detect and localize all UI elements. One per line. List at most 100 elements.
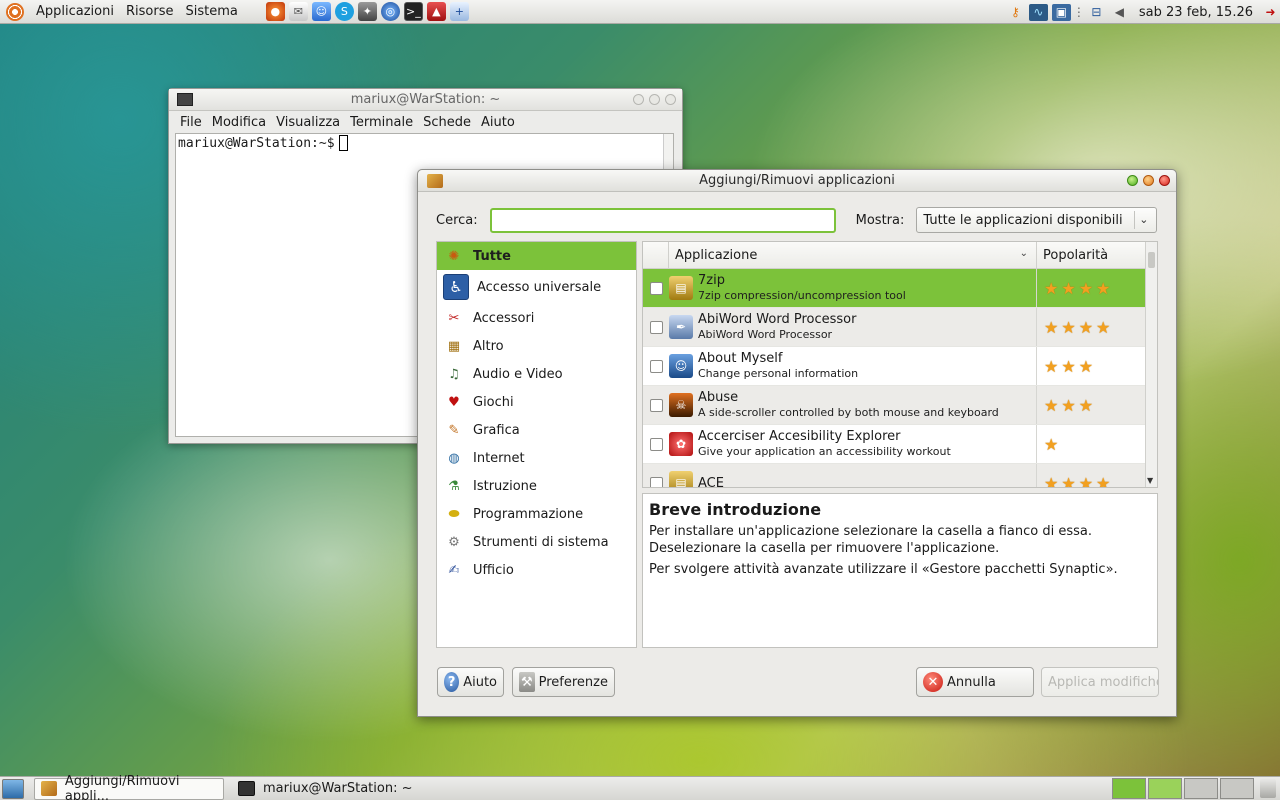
- category-label: Tutte: [473, 248, 511, 264]
- install-checkbox[interactable]: [649, 359, 663, 373]
- install-checkbox[interactable]: [649, 398, 663, 412]
- gun-tool-icon[interactable]: ✦: [357, 2, 377, 21]
- table-row[interactable]: ☠ Abuse A side-scroller controlled by both…: [643, 386, 1145, 425]
- mail-icon[interactable]: ✉: [288, 2, 308, 21]
- column-header-popolarita[interactable]: Popolarità: [1037, 242, 1157, 268]
- category-grafica[interactable]: ✎ Grafica: [437, 416, 636, 444]
- column-header-applicazione[interactable]: Applicazione ⌄: [669, 242, 1037, 268]
- category-ufficio[interactable]: ✍ Ufficio: [437, 556, 636, 584]
- terminal-menu-terminale[interactable]: Terminale: [345, 115, 418, 130]
- terminal-maximize-button[interactable]: [649, 94, 660, 105]
- install-checkbox-cell: [643, 476, 669, 487]
- list-scrollbar[interactable]: ▼: [1145, 242, 1157, 487]
- category-label: Programmazione: [473, 506, 584, 522]
- menu-applicazioni[interactable]: Applicazioni: [30, 4, 120, 19]
- workspace-4[interactable]: [1220, 778, 1254, 799]
- cancel-label: Annulla: [947, 674, 996, 690]
- popularity-rating: ★ ★ ★ ★: [1036, 269, 1145, 307]
- network-icon[interactable]: ◎: [380, 2, 400, 21]
- volume-icon[interactable]: ◀: [1110, 4, 1129, 21]
- display-icon[interactable]: ▣: [1051, 3, 1071, 21]
- category-istruzione[interactable]: ⚗ Istruzione: [437, 472, 636, 500]
- app-icon: ☠: [669, 393, 693, 417]
- scrollbar-thumb[interactable]: [1148, 252, 1155, 268]
- trash-icon[interactable]: [1260, 779, 1276, 798]
- workspace-3[interactable]: [1184, 778, 1218, 799]
- description-pane: Breve introduzione Per installare un'app…: [642, 493, 1158, 648]
- scroll-down-icon[interactable]: ▼: [1147, 476, 1153, 485]
- popularity-rating: ★ ★ ★: [1036, 386, 1145, 424]
- install-checkbox[interactable]: [649, 437, 663, 451]
- star-icon: ★: [1078, 278, 1094, 298]
- red-app-icon[interactable]: ▲: [426, 2, 446, 21]
- terminal-minimize-button[interactable]: [633, 94, 644, 105]
- menu-risorse[interactable]: Risorse: [120, 4, 180, 19]
- app-icon: ✿: [669, 432, 693, 456]
- show-filter-select[interactable]: Tutte le applicazioni disponibili ⌄: [916, 207, 1158, 233]
- gear-icon: ⚙: [448, 534, 460, 550]
- terminal-menu-visualizza[interactable]: Visualizza: [271, 115, 345, 130]
- add-remove-titlebar[interactable]: Aggiungi/Rimuovi applicazioni: [418, 170, 1176, 192]
- cancel-button[interactable]: ✕ Annulla: [916, 667, 1034, 697]
- network-status-icon[interactable]: ⊟: [1087, 4, 1106, 21]
- show-desktop-button[interactable]: [2, 778, 24, 799]
- taskbar-item-terminal[interactable]: mariux@WarStation: ~: [232, 778, 418, 800]
- category-label: Accesso universale: [477, 279, 602, 295]
- table-row[interactable]: ✒ AbiWord Word Processor AbiWord Word Proc…: [643, 308, 1145, 347]
- category-audio-video[interactable]: ♫ Audio e Video: [437, 360, 636, 388]
- terminal-window-icon: [177, 93, 193, 106]
- close-button[interactable]: [1159, 175, 1170, 186]
- category-label: Altro: [473, 338, 504, 354]
- terminal-icon: [238, 781, 255, 796]
- description-line: Per svolgere attività avanzate utilizzar…: [649, 562, 1118, 577]
- clock[interactable]: sab 23 feb, 15.26: [1139, 5, 1253, 20]
- category-altro[interactable]: ▦ Altro: [437, 332, 636, 360]
- category-tutte[interactable]: ✺ Tutte: [437, 242, 636, 270]
- ubuntu-logo-icon[interactable]: [6, 2, 24, 21]
- add-document-icon[interactable]: +: [449, 2, 469, 21]
- table-row[interactable]: ✿ Accerciser Accesibility Explorer Give yo…: [643, 425, 1145, 464]
- taskbar-item-addremove[interactable]: Aggiungi/Rimuovi appli...: [34, 774, 224, 800]
- terminal-close-button[interactable]: [665, 94, 676, 105]
- category-label: Giochi: [473, 394, 514, 410]
- workspace-1[interactable]: [1112, 778, 1146, 799]
- category-programmazione[interactable]: ⬬ Programmazione: [437, 500, 636, 528]
- category-giochi[interactable]: ♥ Giochi: [437, 388, 636, 416]
- firefox-icon[interactable]: ●: [265, 2, 285, 21]
- menu-sistema[interactable]: Sistema: [179, 4, 243, 19]
- maximize-button[interactable]: [1143, 175, 1154, 186]
- install-checkbox[interactable]: [649, 320, 663, 334]
- star-icon: ★: [1078, 473, 1094, 488]
- help-button[interactable]: ? Aiuto: [437, 667, 504, 697]
- terminal-launcher-icon[interactable]: >_: [403, 2, 423, 21]
- top-panel: Applicazioni Risorse Sistema ● ✉ ☺ S ✦ ◎…: [0, 0, 1280, 24]
- apply-changes-button[interactable]: Applica modifiche: [1041, 667, 1159, 697]
- terminal-menu-file[interactable]: File: [175, 115, 207, 130]
- preferences-button[interactable]: ⚒ Preferenze: [512, 667, 615, 697]
- terminal-menu-modifica[interactable]: Modifica: [207, 115, 271, 130]
- terminal-menu-schede[interactable]: Schede: [418, 115, 476, 130]
- category-strumenti-sistema[interactable]: ⚙ Strumenti di sistema: [437, 528, 636, 556]
- table-row[interactable]: ▤ ACE ★ ★ ★ ★: [643, 464, 1145, 488]
- category-internet[interactable]: ◍ Internet: [437, 444, 636, 472]
- package-icon: [427, 174, 443, 188]
- install-checkbox[interactable]: [649, 281, 663, 295]
- key-icon[interactable]: ⚷: [1006, 4, 1025, 21]
- minimize-button[interactable]: [1127, 175, 1138, 186]
- skype-icon[interactable]: S: [334, 2, 354, 21]
- category-accessori[interactable]: ✂ Accessori: [437, 304, 636, 332]
- category-accesso-universale[interactable]: ♿ Accesso universale: [437, 270, 636, 304]
- system-monitor-icon[interactable]: ∿: [1028, 3, 1048, 21]
- terminal-menu-aiuto[interactable]: Aiuto: [476, 115, 520, 130]
- install-checkbox[interactable]: [649, 476, 663, 487]
- terminal-prompt: mariux@WarStation:~$: [178, 135, 335, 151]
- workspace-2[interactable]: [1148, 778, 1182, 799]
- table-row[interactable]: ☺ About Myself Change personal information…: [643, 347, 1145, 386]
- add-remove-window: Aggiungi/Rimuovi applicazioni Cerca: Mos…: [417, 169, 1177, 717]
- terminal-titlebar[interactable]: mariux@WarStation: ~: [169, 89, 682, 111]
- logout-icon[interactable]: ➜: [1261, 4, 1280, 21]
- search-input[interactable]: [489, 207, 836, 233]
- table-row[interactable]: ▤ 7zip 7zip compression/uncompression tool…: [643, 269, 1145, 308]
- messenger-icon[interactable]: ☺: [311, 2, 331, 21]
- cancel-icon: ✕: [923, 672, 943, 692]
